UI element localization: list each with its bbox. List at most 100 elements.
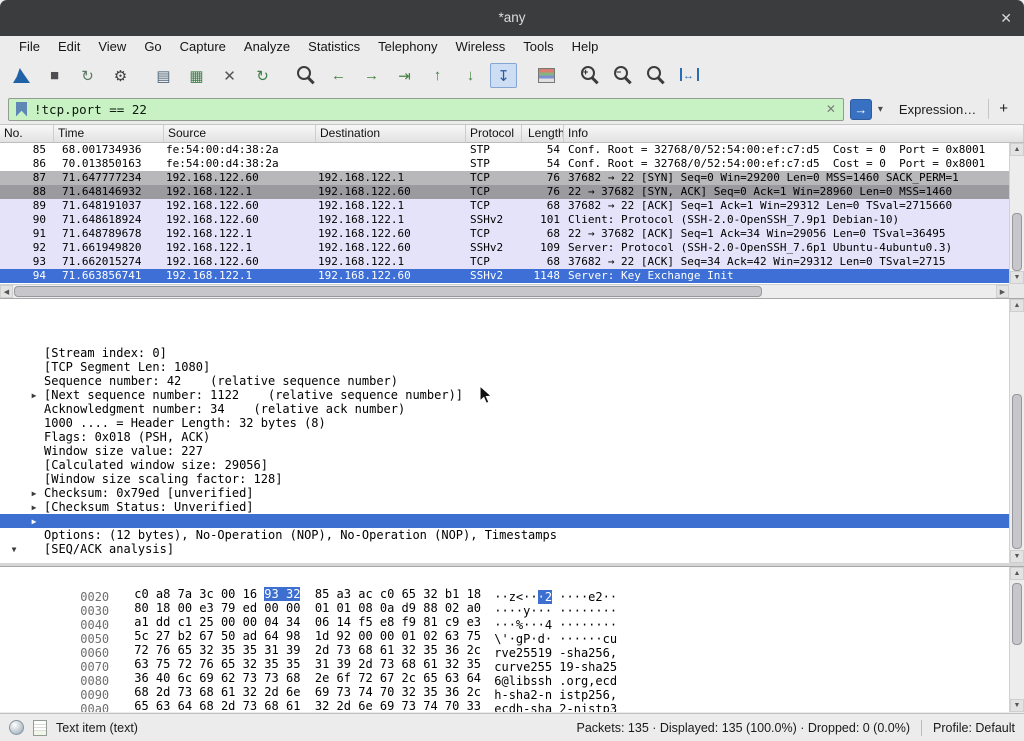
packet-row[interactable]: 91 71.648789678 192.168.122.1 192.168.12… (0, 227, 1024, 241)
detail-line[interactable]: TCP payload (1080 bytes) (0, 528, 1024, 542)
filter-clear-icon[interactable]: ✕ (826, 102, 836, 116)
scroll-left-icon[interactable]: ◀ (0, 285, 13, 298)
packet-list-hscroll-thumb[interactable] (14, 286, 762, 297)
auto-scroll-icon[interactable]: ↧ (490, 63, 517, 88)
go-forward-icon[interactable]: → (358, 63, 385, 88)
menu-item[interactable]: Capture (171, 39, 235, 54)
details-vscroll-thumb[interactable] (1012, 394, 1022, 549)
detail-line[interactable]: [Stream index: 0] (0, 304, 1024, 318)
zoom-out-icon[interactable]: − (609, 63, 636, 88)
menu-item[interactable]: Edit (49, 39, 89, 54)
profile-button[interactable]: Profile: Default (933, 721, 1015, 735)
save-file-icon[interactable]: ▦ (183, 63, 210, 88)
scroll-up-icon[interactable]: ▲ (1010, 567, 1024, 580)
packet-row[interactable]: 86 70.013850163 fe:54:00:d4:38:2a STP 54… (0, 157, 1024, 171)
packet-list-vscroll[interactable]: ▲ ▼ (1009, 143, 1024, 284)
detail-line[interactable]: Checksum: 0x79ed [unverified] (0, 444, 1024, 458)
scroll-down-icon[interactable]: ▼ (1010, 271, 1024, 284)
resize-columns-icon[interactable]: ↔ (675, 63, 702, 88)
scroll-right-icon[interactable]: ▶ (996, 285, 1009, 298)
detail-line[interactable]: Window size value: 227 (0, 402, 1024, 416)
go-first-icon[interactable]: ↑ (424, 63, 451, 88)
restart-capture-icon[interactable]: ↻ (74, 63, 101, 88)
packet-row[interactable]: 89 71.648191037 192.168.122.60 192.168.1… (0, 199, 1024, 213)
filter-dropdown-icon[interactable]: ▾ (878, 104, 883, 115)
filter-bookmark-icon[interactable] (16, 102, 27, 117)
detail-line[interactable]: 1000 .... = Header Length: 32 bytes (8) (0, 374, 1024, 388)
close-file-icon[interactable]: ✕ (216, 63, 243, 88)
start-capture-icon[interactable] (8, 63, 35, 88)
detail-line[interactable]: Urgent pointer: 0 (0, 472, 1024, 486)
menu-item[interactable]: Tools (514, 39, 562, 54)
packet-row[interactable]: 93 71.662015274 192.168.122.60 192.168.1… (0, 255, 1024, 269)
find-packet-icon[interactable] (292, 63, 319, 88)
expression-button[interactable]: Expression… (899, 102, 976, 117)
column-header[interactable]: Source (164, 125, 316, 142)
hex-row[interactable]: 0020c0 a8 7a 3c 00 16 93 32 85 a3 ac c0 … (0, 573, 1024, 587)
scroll-down-icon[interactable]: ▼ (1010, 699, 1024, 712)
scroll-down-icon[interactable]: ▼ (1010, 550, 1024, 563)
detail-line[interactable]: [Window size scaling factor: 128] (0, 430, 1024, 444)
menu-item[interactable]: Statistics (299, 39, 369, 54)
menu-item[interactable]: Wireless (446, 39, 514, 54)
go-back-icon[interactable]: ← (325, 63, 352, 88)
detail-line[interactable]: ▶ Options: (12 bytes), No-Operation (NOP… (0, 486, 1024, 500)
column-header[interactable]: No. (0, 125, 54, 142)
detail-line[interactable]: ▶ [Timestamps] (0, 514, 1024, 528)
window-close-icon[interactable]: ✕ (1000, 0, 1012, 36)
go-to-packet-icon[interactable]: ⇥ (391, 63, 418, 88)
detail-line[interactable]: Acknowledgment number: 34 (relative ack … (0, 360, 1024, 374)
column-header[interactable]: Info (564, 125, 1024, 142)
packet-row[interactable]: 87 71.647777234 192.168.122.60 192.168.1… (0, 171, 1024, 185)
column-header[interactable]: Length (522, 125, 564, 142)
hex-vscroll[interactable]: ▲ ▼ (1009, 567, 1024, 712)
detail-line[interactable]: SSH Version 2 (encryption:chacha20-poly1… (0, 556, 1024, 563)
column-header[interactable]: Protocol (466, 125, 522, 142)
go-last-icon[interactable]: ↓ (457, 63, 484, 88)
packet-list-hscroll[interactable]: ◀ ▶ (0, 284, 1009, 298)
packet-row[interactable]: 92 71.661949820 192.168.122.1 192.168.12… (0, 241, 1024, 255)
details-vscroll[interactable]: ▲ ▼ (1009, 299, 1024, 563)
detail-line[interactable]: [Next sequence number: 1122 (relative se… (0, 346, 1024, 360)
detail-line[interactable]: Sequence number: 42 (relative sequence n… (0, 332, 1024, 346)
menu-item[interactable]: View (89, 39, 135, 54)
menu-item[interactable]: File (10, 39, 49, 54)
scroll-up-icon[interactable]: ▲ (1010, 299, 1024, 312)
open-file-icon[interactable]: ▤ (150, 63, 177, 88)
detail-line[interactable]: ▶ [SEQ/ACK analysis] (0, 500, 1024, 514)
reload-icon[interactable]: ↻ (249, 63, 276, 88)
filter-apply-button[interactable]: → (850, 99, 872, 120)
packet-row[interactable]: 88 71.648146932 192.168.122.1 192.168.12… (0, 185, 1024, 199)
filter-add-button[interactable]: + (988, 99, 1016, 119)
stop-capture-icon[interactable]: ■ (41, 63, 68, 88)
detail-line[interactable]: [Calculated window size: 29056] (0, 416, 1024, 430)
zoom-in-icon[interactable]: + (576, 63, 603, 88)
scroll-up-icon[interactable]: ▲ (1010, 143, 1024, 156)
detail-line[interactable]: [TCP Segment Len: 1080] (0, 318, 1024, 332)
menu-item[interactable]: Help (563, 39, 608, 54)
expander-icon[interactable]: ▶ (28, 501, 40, 515)
menu-item[interactable]: Go (135, 39, 170, 54)
zoom-100-icon[interactable] (642, 63, 669, 88)
packet-row[interactable]: 90 71.648618924 192.168.122.60 192.168.1… (0, 213, 1024, 227)
capture-options-icon[interactable]: ⚙ (107, 63, 134, 88)
expander-icon[interactable]: ▶ (28, 515, 40, 529)
menu-item[interactable]: Telephony (369, 39, 446, 54)
hex-vscroll-thumb[interactable] (1012, 583, 1022, 645)
packet-list-vscroll-thumb[interactable] (1012, 213, 1022, 271)
menu-item[interactable]: Analyze (235, 39, 299, 54)
detail-line[interactable]: ▶ Flags: 0x018 (PSH, ACK) (0, 388, 1024, 402)
column-header[interactable]: Destination (316, 125, 466, 142)
capture-comment-icon[interactable] (33, 720, 47, 736)
packet-row[interactable]: 85 68.001734936 fe:54:00:d4:38:2a STP 54… (0, 143, 1024, 157)
column-header[interactable]: Time (54, 125, 164, 142)
detail-line[interactable]: ▼ SSH Protocol (0, 542, 1024, 556)
detail-line[interactable]: [Checksum Status: Unverified] (0, 458, 1024, 472)
expander-icon[interactable]: ▶ (28, 487, 40, 501)
title-bar[interactable]: *any ✕ (0, 0, 1024, 36)
expander-icon[interactable]: ▶ (28, 389, 40, 403)
colorize-icon[interactable] (533, 63, 560, 88)
expander-icon[interactable]: ▼ (8, 543, 20, 557)
display-filter-input[interactable]: !tcp.port == 22 ✕ (8, 98, 844, 121)
expert-info-icon[interactable] (9, 720, 24, 735)
